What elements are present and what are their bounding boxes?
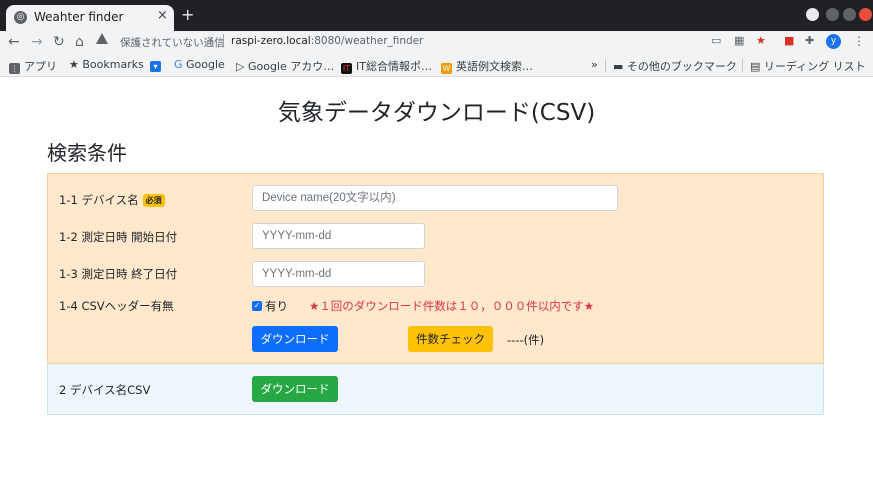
reading-list-label: リーディング リスト xyxy=(763,60,866,73)
reading-list[interactable]: ▤ リーディング リスト xyxy=(750,58,866,74)
bookmark-eijiro-label: 英語例文検索… xyxy=(456,60,533,73)
bookmarks-separator-2 xyxy=(742,59,743,72)
device-name-input[interactable] xyxy=(252,185,618,211)
download-button[interactable]: ダウンロード xyxy=(252,326,338,352)
bookmark-google-label: Google xyxy=(186,58,225,71)
bookmarks-bar: ⋮ アプリ ★ Bookmarks ▾ G Google ▷ Google アカウ… xyxy=(0,54,873,77)
csv-header-checkbox-label[interactable]: 有り xyxy=(265,298,288,314)
end-date-label: 1-3 測定日時 終了日付 xyxy=(59,267,178,281)
bookmarks-more[interactable]: » xyxy=(591,58,598,71)
browser-tab[interactable]: ◎ Weahter finder × xyxy=(6,5,174,31)
reload-icon[interactable]: ↻ xyxy=(53,34,65,50)
google-g-icon: G xyxy=(174,58,187,71)
count-check-button[interactable]: 件数チェック xyxy=(408,326,493,352)
play-icon: ▷ xyxy=(236,60,248,73)
blue-square-icon: ▾ xyxy=(150,61,161,72)
device-name-label-text: 1-1 デバイス名 xyxy=(59,193,139,207)
page-title: 気象データダウンロード(CSV) xyxy=(277,100,596,126)
back-icon[interactable]: ← xyxy=(8,34,20,50)
warning-icon xyxy=(96,33,108,44)
close-tab-icon[interactable]: × xyxy=(157,8,168,23)
device-csv-label: 2 デバイス名CSV xyxy=(59,383,151,397)
address-bar[interactable]: 保護されていない通信 raspi-zero.local:8080/weather… xyxy=(96,32,776,52)
start-date-label: 1-2 測定日時 開始日付 xyxy=(59,230,178,244)
minimize-icon[interactable] xyxy=(826,8,839,21)
cast-icon[interactable]: ▭ xyxy=(711,34,721,47)
new-tab-icon[interactable]: + xyxy=(181,6,194,24)
menu-kebab-icon[interactable]: ⋮ xyxy=(853,34,865,48)
profile-avatar[interactable]: y xyxy=(826,34,841,49)
bookmark-bookmarks-label: Bookmarks xyxy=(82,58,144,71)
bookmark-it-news[interactable]: IT IT総合情報ポ… xyxy=(341,58,432,74)
reading-list-icon: ▤ xyxy=(750,60,764,73)
bookmark-apps[interactable]: ⋮ アプリ xyxy=(9,58,57,74)
forward-icon[interactable]: → xyxy=(31,34,43,50)
window-menu-icon[interactable] xyxy=(806,8,819,21)
apps-grid-icon: ⋮ xyxy=(9,63,20,74)
url-separator xyxy=(223,34,224,47)
bookmark-google[interactable]: G Google xyxy=(174,58,225,71)
bookmark-blue-icon-item[interactable]: ▾ xyxy=(150,58,165,72)
bookmark-eijiro[interactable]: W 英語例文検索… xyxy=(441,58,533,74)
bookmark-bookmarks[interactable]: ★ Bookmarks xyxy=(69,58,144,71)
download-limit-note: ★１回のダウンロード件数は１０，０００件以内です★ xyxy=(309,299,595,313)
record-count: ----(件) xyxy=(507,333,545,347)
close-window-icon[interactable] xyxy=(859,8,872,21)
folder-icon: ▬ xyxy=(613,60,627,73)
globe-icon: ◎ xyxy=(14,11,27,24)
required-badge: 必須 xyxy=(142,194,165,207)
star-icon: ★ xyxy=(69,58,83,71)
end-date-input[interactable] xyxy=(252,261,425,287)
tab-title: Weahter finder xyxy=(34,10,124,24)
bookmark-google-account[interactable]: ▷ Google アカウ… xyxy=(236,58,334,74)
home-icon[interactable]: ⌂ xyxy=(75,34,84,50)
insecure-label: 保護されていない通信 xyxy=(120,37,225,49)
maximize-icon[interactable] xyxy=(843,8,856,21)
section-title: 検索条件 xyxy=(47,141,127,165)
device-csv-panel xyxy=(47,364,824,415)
qr-code-icon[interactable]: ▦ xyxy=(734,34,744,47)
it-logo-icon: IT xyxy=(341,63,352,74)
url-path: :8080/weather_finder xyxy=(310,35,424,47)
w-logo-icon: W xyxy=(441,63,452,74)
csv-header-checkbox[interactable]: ✓ xyxy=(252,301,262,311)
url-host: raspi-zero.local xyxy=(231,35,311,47)
bookmark-other[interactable]: ▬ その他のブックマーク xyxy=(613,58,737,74)
bookmark-apps-label: アプリ xyxy=(24,60,57,73)
device-name-label: 1-1 デバイス名 必須 xyxy=(59,192,165,208)
bookmarks-separator xyxy=(605,59,606,72)
csv-header-label: 1-4 CSVヘッダー有無 xyxy=(59,299,174,313)
device-csv-download-button[interactable]: ダウンロード xyxy=(252,376,338,402)
extensions-puzzle-icon[interactable]: ✚ xyxy=(805,34,814,47)
browser-titlebar: ◎ Weahter finder × + xyxy=(0,0,873,31)
bookmark-it-news-label: IT総合情報ポ… xyxy=(356,60,432,73)
bookmark-star-icon[interactable]: ★ xyxy=(756,34,766,47)
start-date-input[interactable] xyxy=(252,223,425,249)
url-text[interactable]: raspi-zero.local:8080/weather_finder xyxy=(231,35,424,47)
bookmark-other-label: その他のブックマーク xyxy=(626,60,737,73)
bookmark-google-account-label: Google アカウ… xyxy=(247,60,335,73)
extension-red-icon[interactable]: ■ xyxy=(784,34,794,47)
